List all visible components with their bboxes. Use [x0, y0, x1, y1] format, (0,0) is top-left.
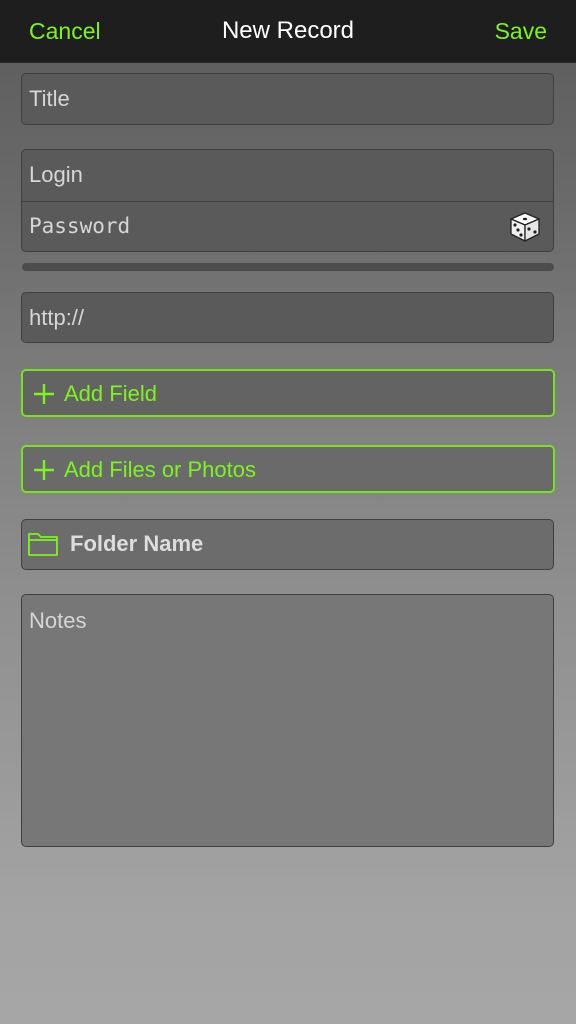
- credentials-group: Login Password: [21, 149, 554, 252]
- password-strength-bar: [22, 263, 554, 271]
- folder-selector[interactable]: Folder Name: [21, 519, 554, 570]
- title-placeholder: Title: [29, 86, 70, 111]
- folder-icon: [28, 533, 58, 556]
- add-files-label: Add Files or Photos: [64, 457, 256, 482]
- add-field-button[interactable]: Add Field: [21, 369, 555, 417]
- login-field[interactable]: Login: [29, 162, 83, 188]
- url-placeholder: http://: [29, 305, 85, 330]
- plus-icon: [34, 384, 54, 404]
- folder-name-label: Folder Name: [70, 531, 204, 556]
- divider: [22, 201, 553, 202]
- navigation-bar: Cancel New Record Save: [0, 0, 576, 63]
- add-files-button[interactable]: Add Files or Photos: [21, 445, 555, 493]
- save-button[interactable]: Save: [495, 17, 547, 45]
- plus-icon: [34, 460, 54, 480]
- notes-field[interactable]: Notes: [21, 594, 554, 847]
- dice-icon[interactable]: [509, 211, 541, 243]
- title-field[interactable]: Title: [21, 73, 554, 125]
- notes-placeholder: Notes: [29, 608, 87, 633]
- password-field[interactable]: Password: [29, 213, 130, 239]
- page-title: New Record: [221, 17, 355, 44]
- url-field[interactable]: http://: [21, 292, 554, 343]
- add-field-label: Add Field: [64, 381, 157, 406]
